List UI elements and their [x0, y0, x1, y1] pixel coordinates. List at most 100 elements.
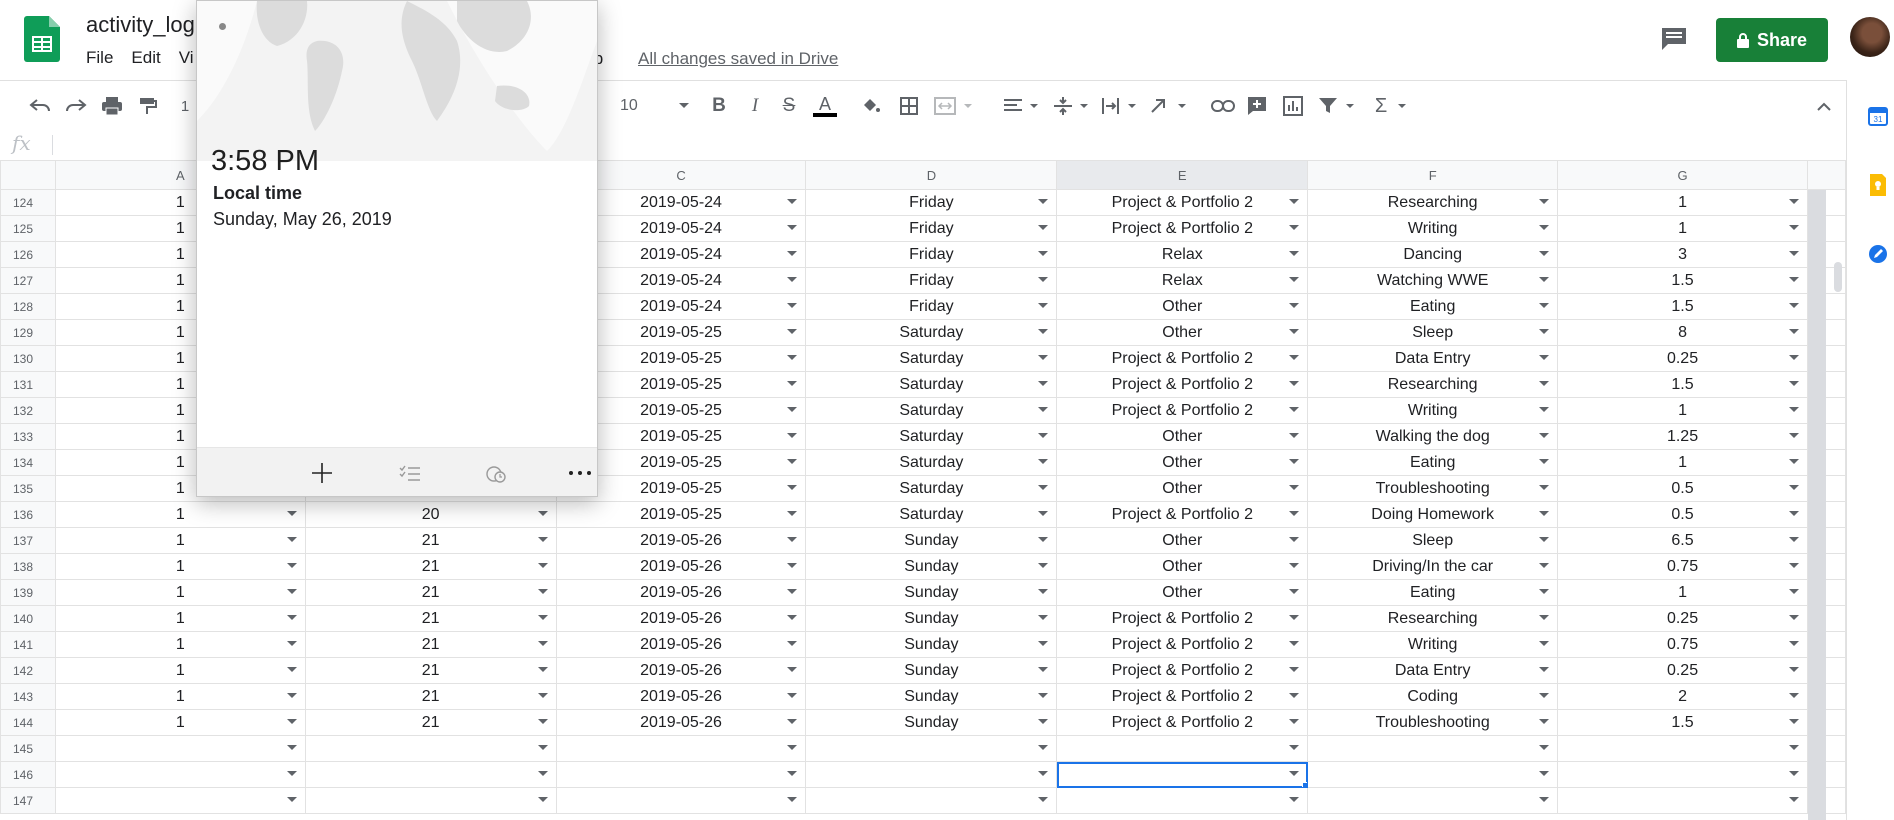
dropdown-arrow-icon[interactable] [1289, 459, 1300, 464]
dropdown-arrow-icon[interactable] [1038, 589, 1049, 594]
dropdown-arrow-icon[interactable] [1788, 797, 1799, 802]
dropdown-arrow-icon[interactable] [537, 589, 548, 594]
row-header[interactable]: 134 [0, 449, 56, 476]
dropdown-arrow-icon[interactable] [1038, 433, 1049, 438]
dropdown-arrow-icon[interactable] [787, 459, 798, 464]
dropdown-arrow-icon[interactable] [1289, 433, 1300, 438]
cell-e[interactable]: Other [1056, 527, 1309, 554]
dropdown-arrow-icon[interactable] [537, 693, 548, 698]
dropdown-arrow-icon[interactable] [537, 563, 548, 568]
dropdown-arrow-icon[interactable] [286, 771, 297, 776]
dropdown-arrow-icon[interactable] [1788, 225, 1799, 230]
menu-file[interactable]: File [86, 48, 113, 70]
cell-d[interactable]: Sunday [805, 579, 1058, 606]
dropdown-arrow-icon[interactable] [537, 615, 548, 620]
corner-cell[interactable] [0, 160, 56, 190]
dropdown-arrow-icon[interactable] [787, 589, 798, 594]
cell-f[interactable]: Data Entry [1307, 657, 1559, 684]
cell-f[interactable]: Data Entry [1307, 345, 1559, 372]
cell-f[interactable]: Watching WWE [1307, 267, 1559, 294]
cell-e[interactable]: Other [1056, 319, 1309, 346]
sheets-logo-icon[interactable] [24, 16, 60, 62]
dropdown-arrow-icon[interactable] [1289, 589, 1300, 594]
cell-f[interactable]: Troubleshooting [1307, 709, 1559, 736]
cell-a[interactable]: 1 [54, 657, 306, 684]
cell-b[interactable]: 21 [304, 657, 557, 684]
cell-c[interactable]: 2019-05-26 [555, 553, 807, 580]
dropdown-arrow-icon[interactable] [1289, 485, 1300, 490]
cell-d[interactable]: Sunday [805, 605, 1058, 632]
cell-a[interactable]: 1 [54, 553, 306, 580]
cell-c[interactable]: 2019-05-26 [555, 657, 807, 684]
cell-g[interactable]: 1.5 [1557, 371, 1808, 398]
dropdown-arrow-icon[interactable] [1038, 355, 1049, 360]
dropdown-arrow-icon[interactable] [537, 719, 548, 724]
cell-c[interactable] [555, 735, 807, 762]
cell-g[interactable]: 0.5 [1557, 501, 1808, 528]
save-status[interactable]: All changes saved in Drive [638, 49, 838, 69]
dropdown-arrow-icon[interactable] [286, 589, 297, 594]
dropdown-arrow-icon[interactable] [787, 693, 798, 698]
dropdown-arrow-icon[interactable] [1539, 537, 1550, 542]
cell-g[interactable]: 1 [1557, 397, 1808, 424]
dropdown-arrow-icon[interactable] [1788, 355, 1799, 360]
cell-g[interactable]: 0.75 [1557, 631, 1808, 658]
dropdown-arrow-icon[interactable] [1289, 225, 1300, 230]
row-header[interactable]: 137 [0, 527, 56, 554]
column-header-f[interactable]: F [1307, 160, 1559, 190]
dropdown-arrow-icon[interactable] [1038, 693, 1049, 698]
row-header[interactable]: 142 [0, 657, 56, 684]
cell-f[interactable]: Researching [1307, 189, 1559, 216]
dropdown-arrow-icon[interactable] [1539, 277, 1550, 282]
cell-d[interactable]: Friday [805, 215, 1058, 242]
dropdown-arrow-icon[interactable] [1289, 693, 1300, 698]
dropdown-arrow-icon[interactable] [1539, 407, 1550, 412]
dropdown-arrow-icon[interactable] [1289, 745, 1300, 750]
cell-d[interactable]: Sunday [805, 657, 1058, 684]
cell-e[interactable]: Project & Portfolio 2 [1056, 215, 1309, 242]
dropdown-arrow-icon[interactable] [787, 329, 798, 334]
cell-d[interactable]: Saturday [805, 319, 1058, 346]
cell-a[interactable]: 1 [54, 683, 306, 710]
cell-d[interactable]: Sunday [805, 709, 1058, 736]
cell-g[interactable]: 8 [1557, 319, 1808, 346]
dropdown-arrow-icon[interactable] [1038, 485, 1049, 490]
cell-f[interactable]: Walking the dog [1307, 423, 1559, 450]
dropdown-arrow-icon[interactable] [286, 745, 297, 750]
cell-f[interactable]: Eating [1307, 293, 1559, 320]
cell-f[interactable]: Writing [1307, 631, 1559, 658]
dropdown-arrow-icon[interactable] [1289, 407, 1300, 412]
cell-e[interactable]: Other [1056, 423, 1309, 450]
cell-g[interactable]: 1 [1557, 579, 1808, 606]
dropdown-arrow-icon[interactable] [537, 745, 548, 750]
dropdown-arrow-icon[interactable] [286, 537, 297, 542]
dropdown-arrow-icon[interactable] [1539, 329, 1550, 334]
row-header[interactable]: 129 [0, 319, 56, 346]
dropdown-arrow-icon[interactable] [1289, 329, 1300, 334]
cell-e[interactable] [1056, 735, 1309, 762]
cell-d[interactable]: Friday [805, 189, 1058, 216]
cell-g[interactable]: 3 [1557, 241, 1808, 268]
dropdown-arrow-icon[interactable] [1539, 667, 1550, 672]
row-header[interactable]: 127 [0, 267, 56, 294]
row-header[interactable]: 143 [0, 683, 56, 710]
cell-g[interactable]: 0.5 [1557, 475, 1808, 502]
row-header[interactable]: 136 [0, 501, 56, 528]
cell-c[interactable]: 2019-05-26 [555, 683, 807, 710]
dropdown-arrow-icon[interactable] [1038, 797, 1049, 802]
cell-d[interactable]: Friday [805, 241, 1058, 268]
cell-e[interactable]: Other [1056, 449, 1309, 476]
cell-c[interactable] [555, 787, 807, 814]
row-header[interactable]: 138 [0, 553, 56, 580]
zoom-select[interactable]: 1 [178, 93, 192, 119]
dropdown-arrow-icon[interactable] [1539, 433, 1550, 438]
dropdown-arrow-icon[interactable] [1788, 459, 1799, 464]
cell-g[interactable]: 1 [1557, 449, 1808, 476]
row-header[interactable]: 132 [0, 397, 56, 424]
cell-g[interactable]: 2 [1557, 683, 1808, 710]
cell-e[interactable] [1056, 761, 1309, 788]
dropdown-arrow-icon[interactable] [537, 641, 548, 646]
cell-f[interactable]: Researching [1307, 605, 1559, 632]
dropdown-arrow-icon[interactable] [1038, 407, 1049, 412]
dropdown-arrow-icon[interactable] [1038, 381, 1049, 386]
